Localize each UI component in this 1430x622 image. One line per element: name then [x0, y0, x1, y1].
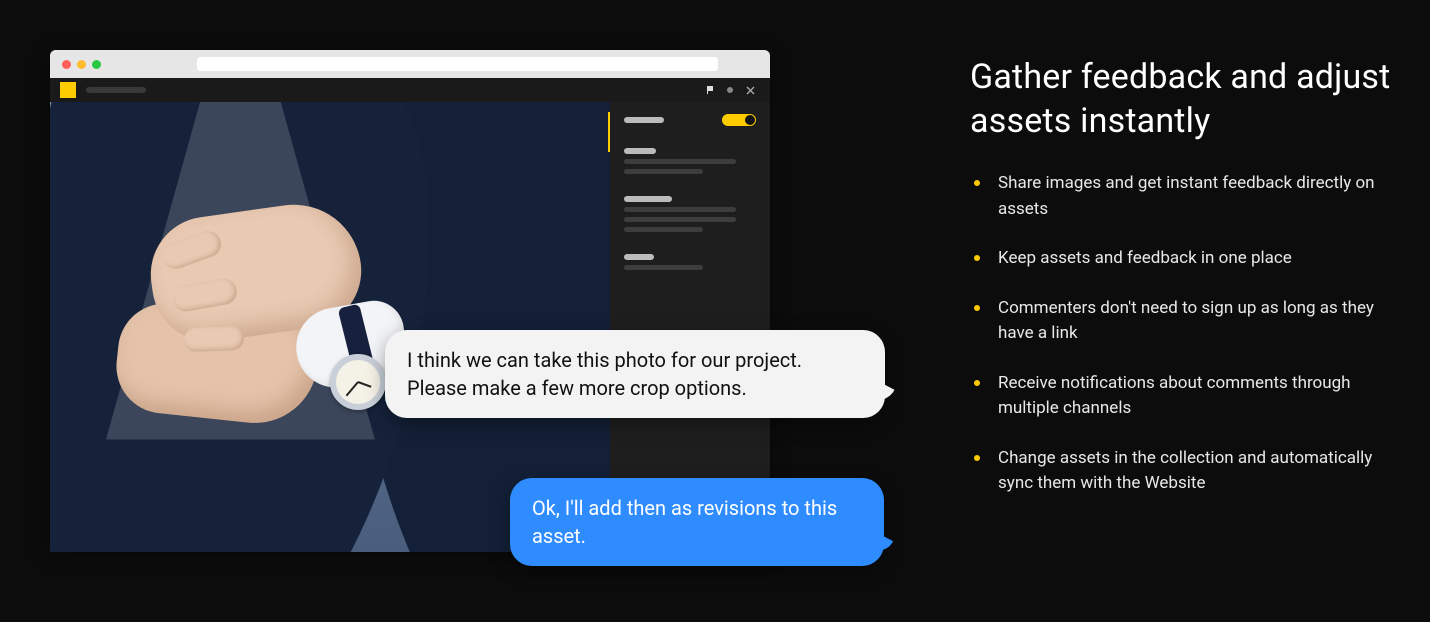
app-toolbar — [50, 78, 770, 102]
chat-message-text: I think we can take this photo for our p… — [407, 348, 802, 400]
section-headline: Gather feedback and adjust assets instan… — [970, 55, 1400, 143]
app-logo — [60, 82, 76, 98]
dot-icon[interactable] — [720, 82, 740, 98]
feature-item: Change assets in the collection and auto… — [970, 446, 1400, 497]
chat-bubble-outgoing: Ok, I'll add then as revisions to this a… — [510, 478, 884, 566]
comment-line — [624, 227, 703, 232]
feature-item: Keep assets and feedback in one place — [970, 246, 1400, 272]
traffic-light-close[interactable] — [62, 60, 71, 69]
feature-item: Commenters don't need to sign up as long… — [970, 296, 1400, 347]
feature-list: Share images and get instant feedback di… — [970, 171, 1400, 497]
comment-author-stub — [624, 196, 672, 202]
url-bar[interactable] — [197, 57, 718, 71]
comment-line — [624, 169, 703, 174]
close-icon[interactable] — [740, 82, 760, 98]
app-title-placeholder — [86, 87, 146, 93]
comment-line — [624, 217, 736, 222]
comment-author-stub — [624, 148, 656, 154]
feature-copy: Gather feedback and adjust assets instan… — [970, 50, 1400, 592]
chat-bubble-incoming: I think we can take this photo for our p… — [385, 330, 885, 418]
flag-icon[interactable] — [700, 82, 720, 98]
comment-line — [624, 207, 736, 212]
panel-toggle[interactable] — [722, 114, 756, 126]
feature-item: Share images and get instant feedback di… — [970, 171, 1400, 222]
traffic-light-zoom[interactable] — [92, 60, 101, 69]
chat-message-text: Ok, I'll add then as revisions to this a… — [532, 496, 837, 548]
browser-titlebar — [50, 50, 770, 78]
comment-line — [624, 265, 703, 270]
panel-label — [624, 117, 664, 123]
comment-line — [624, 159, 736, 164]
traffic-light-minimize[interactable] — [77, 60, 86, 69]
browser-mock — [50, 50, 770, 552]
comment-author-stub — [624, 254, 654, 260]
watch-icon — [330, 354, 386, 410]
feature-item: Receive notifications about comments thr… — [970, 371, 1400, 422]
